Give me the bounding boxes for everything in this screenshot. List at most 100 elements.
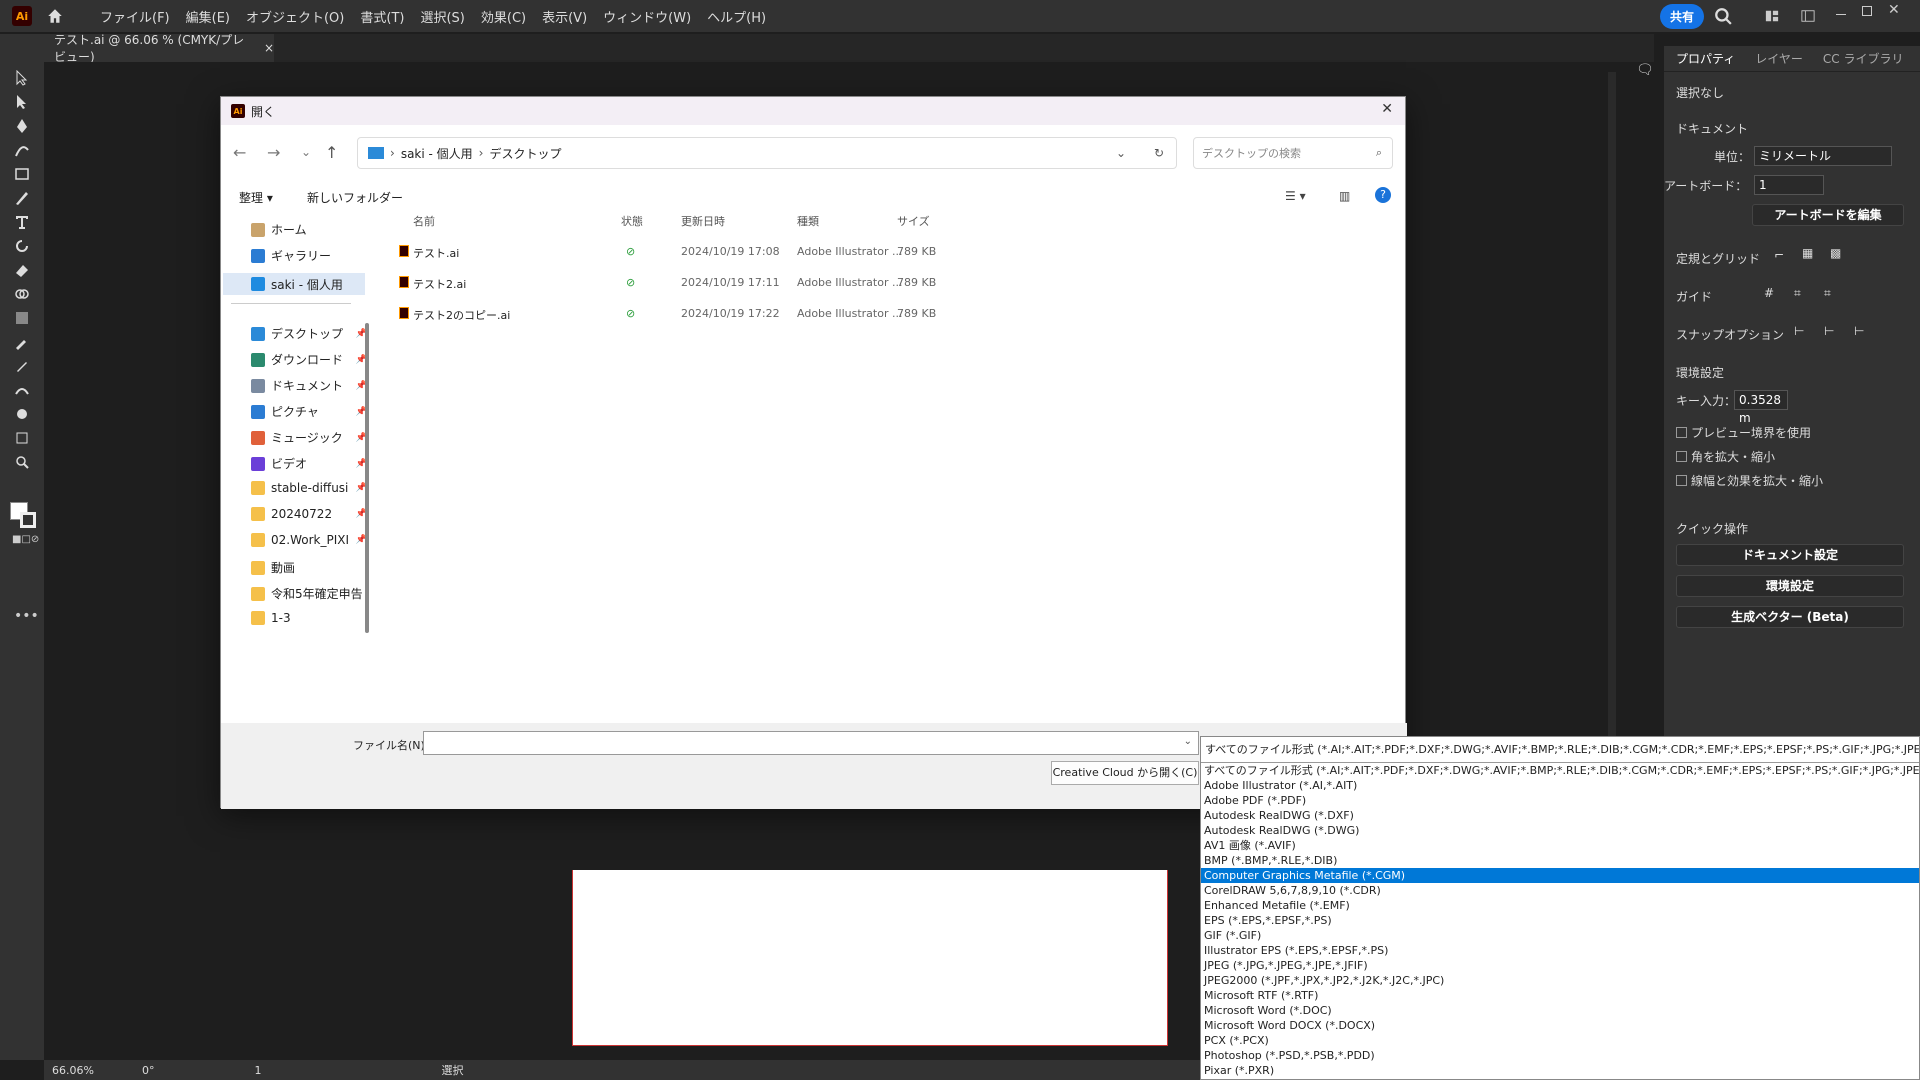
file-type-option[interactable]: CorelDRAW 5,6,7,8,9,10 (*.CDR) bbox=[1201, 883, 1919, 898]
sidebar-item[interactable]: ダウンロード 📌 bbox=[251, 351, 367, 368]
sidebar-item[interactable]: 動画 bbox=[251, 559, 367, 576]
direct-selection-tool-icon[interactable] bbox=[12, 94, 32, 110]
home-icon[interactable] bbox=[46, 7, 64, 25]
sidebar-item[interactable]: 1-3 bbox=[251, 611, 367, 625]
eyedropper-tool-icon[interactable] bbox=[12, 334, 32, 350]
rectangle-tool-icon[interactable] bbox=[12, 166, 32, 182]
document-tab[interactable]: テスト.ai @ 66.06 % (CMYK/プレビュー) × bbox=[44, 33, 274, 64]
comments-icon[interactable]: 🗨 bbox=[1636, 62, 1654, 78]
new-folder-button[interactable]: 新しいフォルダー bbox=[307, 189, 403, 206]
arrange-icon[interactable] bbox=[1800, 9, 1816, 26]
more-tools-icon[interactable]: ••• bbox=[14, 608, 39, 624]
eraser-tool-icon[interactable] bbox=[12, 262, 32, 278]
up-arrow-icon[interactable]: ↑ bbox=[325, 143, 338, 162]
smart-guides-icon[interactable]: ⌗ bbox=[1794, 286, 1801, 301]
tab-layers[interactable]: レイヤー bbox=[1755, 50, 1803, 67]
file-type-option[interactable]: Pixar (*.PXR) bbox=[1201, 1063, 1919, 1078]
dialog-close-icon[interactable]: ✕ bbox=[1381, 101, 1393, 117]
sidebar-item[interactable]: デスクトップ 📌 bbox=[251, 325, 367, 342]
refresh-icon[interactable]: ↻ bbox=[1154, 146, 1164, 160]
file-type-option[interactable]: JPEG (*.JPG,*.JPEG,*.JPE,*.JFIF) bbox=[1201, 958, 1919, 973]
column-name[interactable]: 名前 bbox=[413, 213, 435, 229]
file-type-option[interactable]: GIF (*.GIF) bbox=[1201, 928, 1919, 943]
open-from-cc-button[interactable]: Creative Cloud から開く(C) bbox=[1051, 761, 1199, 785]
snap-glyph-icon[interactable]: ⊢ bbox=[1854, 324, 1864, 338]
file-type-option[interactable]: Adobe PDF (*.PDF) bbox=[1201, 793, 1919, 808]
menu-view[interactable]: 表示(V) bbox=[542, 7, 587, 26]
sidebar-item[interactable]: ギャラリー bbox=[251, 247, 367, 264]
puppet-warp-tool-icon[interactable] bbox=[12, 382, 32, 398]
artboard-select[interactable]: 1 bbox=[1754, 175, 1824, 195]
file-type-option[interactable]: EPS (*.EPS,*.EPSF,*.PS) bbox=[1201, 913, 1919, 928]
file-type-option[interactable]: JPEG2000 (*.JPF,*.JPX,*.JP2,*.J2K,*.J2C,… bbox=[1201, 973, 1919, 988]
menu-window[interactable]: ウィンドウ(W) bbox=[603, 7, 691, 26]
snap-point-icon[interactable]: ⊢ bbox=[1794, 324, 1804, 338]
file-type-option[interactable]: AV1 画像 (*.AVIF) bbox=[1201, 838, 1919, 853]
column-type[interactable]: 種類 bbox=[797, 213, 819, 229]
menu-type[interactable]: 書式(T) bbox=[360, 7, 404, 26]
file-type-option[interactable]: PCX (*.PCX) bbox=[1201, 1033, 1919, 1048]
preview-pane-icon[interactable]: ▥ bbox=[1339, 189, 1350, 203]
selection-tool-icon[interactable] bbox=[12, 70, 32, 86]
file-type-option[interactable]: Microsoft RTF (*.RTF) bbox=[1201, 988, 1919, 1003]
tab-cc-libraries[interactable]: CC ライブラリ bbox=[1823, 50, 1904, 67]
sidebar-item[interactable]: ホーム bbox=[251, 221, 367, 238]
preferences-button[interactable]: 環境設定 bbox=[1676, 575, 1904, 597]
key-input-field[interactable]: 0.3528 m bbox=[1734, 390, 1788, 425]
stroke-color-swatch[interactable] bbox=[20, 512, 36, 528]
sidebar-item[interactable]: ピクチャ 📌 bbox=[251, 403, 367, 420]
file-type-option[interactable]: Autodesk RealDWG (*.DWG) bbox=[1201, 823, 1919, 838]
sidebar-item[interactable]: 20240722 📌 bbox=[251, 507, 367, 521]
file-type-option[interactable]: Computer Graphics Metafile (*.CGM) bbox=[1201, 868, 1919, 883]
address-bar[interactable]: › saki - 個人用 › デスクトップ ⌄ ↻ bbox=[357, 137, 1177, 169]
zoom-tool-icon[interactable] bbox=[12, 454, 32, 470]
file-type-option[interactable]: Illustrator EPS (*.EPS,*.EPSF,*.PS) bbox=[1201, 943, 1919, 958]
scale-strokes-checkbox[interactable]: 線幅と効果を拡大・縮小 bbox=[1676, 472, 1823, 489]
file-row[interactable]: テスト.ai 2024/10/19 17:08 Adobe Illustrator … bbox=[377, 239, 1077, 265]
color-mode-icon[interactable]: ■□⊘ bbox=[12, 534, 39, 545]
column-date[interactable]: 更新日時 bbox=[681, 213, 725, 229]
curvature-tool-icon[interactable] bbox=[12, 142, 32, 158]
search-icon[interactable] bbox=[1714, 7, 1732, 28]
grid-icon[interactable]: ▦ bbox=[1802, 246, 1813, 260]
symbol-tool-icon[interactable] bbox=[12, 406, 32, 422]
generative-vector-button[interactable]: 生成ベクター (Beta) bbox=[1676, 606, 1904, 628]
file-type-option[interactable]: Autodesk RealDWG (*.DXF) bbox=[1201, 808, 1919, 823]
search-box[interactable]: デスクトップの検索 ⌕ bbox=[1193, 137, 1393, 169]
minimize-icon[interactable] bbox=[1836, 14, 1846, 15]
snap-pixel-icon[interactable]: ⊢ bbox=[1824, 324, 1834, 338]
guides-icon[interactable]: # bbox=[1764, 286, 1774, 300]
sidebar-item[interactable]: 02.Work_PIXI 📌 bbox=[251, 533, 367, 547]
shape-builder-tool-icon[interactable] bbox=[12, 286, 32, 302]
recent-locations-icon[interactable]: ⌄ bbox=[301, 145, 311, 159]
artboard-tool-icon[interactable] bbox=[12, 430, 32, 446]
sidebar-item[interactable]: saki - 個人用 bbox=[223, 273, 365, 295]
unit-select[interactable]: ミリメートル bbox=[1754, 146, 1892, 166]
column-status[interactable]: 状態 bbox=[621, 213, 643, 229]
search-icon[interactable]: ⌕ bbox=[1376, 146, 1382, 160]
file-type-option[interactable]: Adobe Illustrator (*.AI,*.AIT) bbox=[1201, 778, 1919, 793]
file-type-option[interactable]: Enhanced Metafile (*.EMF) bbox=[1201, 898, 1919, 913]
file-type-option[interactable]: Microsoft Word DOCX (*.DOCX) bbox=[1201, 1018, 1919, 1033]
menu-effect[interactable]: 効果(C) bbox=[481, 7, 526, 26]
file-row[interactable]: テスト2のコピー.ai 2024/10/19 17:22 Adobe Illustr… bbox=[377, 301, 1077, 327]
pen-tool-icon[interactable] bbox=[12, 118, 32, 134]
help-icon[interactable]: ? bbox=[1375, 187, 1391, 203]
type-tool-icon[interactable] bbox=[12, 214, 32, 230]
sidebar-item[interactable]: stable-diffusi 📌 bbox=[251, 481, 367, 495]
sidebar-item[interactable]: ビデオ 📌 bbox=[251, 455, 367, 472]
sidebar-item[interactable]: ミュージック 📌 bbox=[251, 429, 367, 446]
menu-object[interactable]: オブジェクト(O) bbox=[246, 7, 344, 26]
back-arrow-icon[interactable]: ← bbox=[233, 143, 246, 162]
brush-tool-icon[interactable] bbox=[12, 190, 32, 206]
file-type-option[interactable]: BMP (*.BMP,*.RLE,*.DIB) bbox=[1201, 853, 1919, 868]
preview-bounds-checkbox[interactable]: プレビュー境界を使用 bbox=[1676, 424, 1811, 441]
menu-select[interactable]: 選択(S) bbox=[420, 7, 464, 26]
rotate-tool-icon[interactable] bbox=[12, 238, 32, 254]
menu-file[interactable]: ファイル(F) bbox=[100, 7, 170, 26]
file-type-option[interactable]: Photoshop (*.PSD,*.PSB,*.PDD) bbox=[1201, 1048, 1919, 1063]
filename-dropdown-icon[interactable]: ⌄ bbox=[1184, 736, 1192, 747]
document-setup-button[interactable]: ドキュメント設定 bbox=[1676, 544, 1904, 566]
file-row[interactable]: テスト2.ai 2024/10/19 17:11 Adobe Illustrator… bbox=[377, 270, 1077, 296]
breadcrumb-user[interactable]: saki - 個人用 bbox=[401, 145, 473, 162]
